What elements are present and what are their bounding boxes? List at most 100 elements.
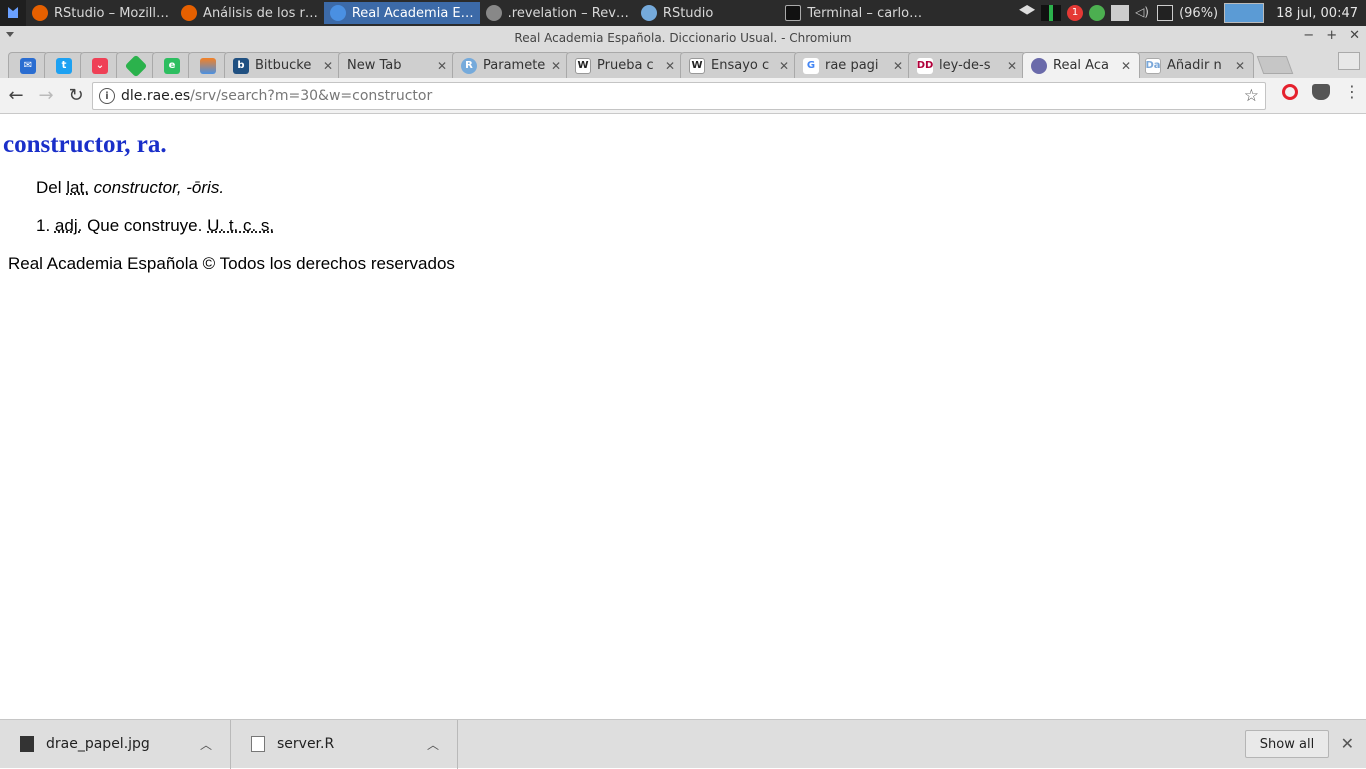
address-bar[interactable]: i dle.rae.es/srv/search?m=30&w=construct… xyxy=(92,82,1266,110)
taskbar-item-label: Terminal – carlo… xyxy=(807,5,923,21)
back-arrow-icon: ← xyxy=(8,85,24,106)
tab-close-icon[interactable]: ✕ xyxy=(1121,59,1131,73)
window-title: Real Academia Española. Diccionario Usua… xyxy=(514,31,852,45)
tab-anadir[interactable]: Da Añadir n ✕ xyxy=(1136,52,1254,78)
bookmark-star-icon[interactable]: ☆ xyxy=(1244,86,1259,106)
taskbar-item-terminal[interactable]: Terminal – carlo… xyxy=(779,2,928,24)
taskbar-item-label: RStudio xyxy=(662,5,714,21)
pocket-extension-icon[interactable] xyxy=(1312,84,1330,100)
download-filename: drae_papel.jpg xyxy=(46,736,150,752)
taskbar-item-label: RStudio – Mozill… xyxy=(54,5,170,21)
image-file-icon xyxy=(20,736,34,752)
firefox-icon xyxy=(32,5,48,21)
tab-close-icon[interactable]: ✕ xyxy=(665,59,675,73)
tab-close-icon[interactable]: ✕ xyxy=(1235,59,1245,73)
taskbar-item-rstudio-firefox[interactable]: RStudio – Mozill… xyxy=(26,2,175,24)
clock[interactable]: 18 jul, 00:47 xyxy=(1270,6,1358,21)
stack-icon xyxy=(200,57,216,74)
tab-new-tab[interactable]: New Tab ✕ xyxy=(338,52,456,78)
etymology-form: constructor, -ōris. xyxy=(93,178,225,197)
tab-label: ley-de-s xyxy=(939,58,991,73)
tab-close-icon[interactable]: ✕ xyxy=(779,59,789,73)
url-path: /srv/search?m=30&w=constructor xyxy=(190,88,433,104)
close-download-bar-icon[interactable]: ✕ xyxy=(1341,734,1354,753)
tab-pinned-evernote[interactable]: e xyxy=(152,52,192,78)
forward-arrow-icon: → xyxy=(38,85,54,106)
desktop-taskbar: RStudio – Mozill… Análisis de los r… Rea… xyxy=(0,0,1366,26)
notification-badge-icon[interactable]: 1 xyxy=(1067,5,1084,21)
google-icon: G xyxy=(803,57,819,74)
back-button[interactable]: ← xyxy=(2,82,30,110)
tab-close-icon[interactable]: ✕ xyxy=(1007,59,1017,73)
pocket-icon: ⌄ xyxy=(92,57,108,74)
abbr-adjective[interactable]: adj. xyxy=(55,216,82,235)
tab-prueba[interactable]: W Prueba c ✕ xyxy=(566,52,684,78)
definition-1: 1. adj. Que construye. U. t. c. s. xyxy=(36,216,274,236)
window-menu-icon[interactable] xyxy=(6,32,14,37)
tab-close-icon[interactable]: ✕ xyxy=(893,59,903,73)
network-icon[interactable] xyxy=(1111,5,1130,21)
chevron-up-icon[interactable]: ︿ xyxy=(200,736,212,753)
copyright-notice: Real Academia Española © Todos los derec… xyxy=(8,254,455,273)
definition-text: Que construye. xyxy=(87,216,203,235)
wikipedia-icon: W xyxy=(575,57,591,74)
opera-icon[interactable] xyxy=(1282,84,1298,100)
file-icon xyxy=(251,736,265,752)
taskbar-item-revelation[interactable]: .revelation – Rev… xyxy=(480,2,635,24)
tab-pinned-stack[interactable] xyxy=(188,52,228,78)
taskbar-item-real-academia[interactable]: Real Academia E… xyxy=(323,2,480,24)
info-icon[interactable]: i xyxy=(99,88,115,104)
volume-icon[interactable]: ◁) xyxy=(1135,5,1151,21)
profile-icon[interactable] xyxy=(1338,52,1360,70)
show-all-button[interactable]: Show all xyxy=(1245,730,1329,758)
taskbar-item-label: Análisis de los r… xyxy=(203,5,318,21)
definition-number: 1. xyxy=(36,216,51,235)
close-window-icon[interactable]: ✕ xyxy=(1349,28,1360,43)
new-tab-button[interactable] xyxy=(1256,56,1294,74)
battery-icon[interactable] xyxy=(1157,5,1174,21)
r-icon: R xyxy=(461,57,477,74)
tab-real-academia[interactable]: Real Aca ✕ xyxy=(1022,52,1140,78)
rstudio-icon xyxy=(640,5,657,21)
window-controls: − + ✕ xyxy=(1303,28,1360,43)
revelation-icon xyxy=(485,5,502,21)
dropbox-icon[interactable] xyxy=(1019,5,1036,15)
tab-label: Ensayo c xyxy=(711,58,770,73)
tab-label: Añadir n xyxy=(1167,58,1222,73)
firefox-icon xyxy=(181,5,198,21)
tab-label: rae pagi xyxy=(825,58,879,73)
battery-percent: (96%) xyxy=(1179,5,1219,21)
tab-rae-pagina[interactable]: G rae pagi ✕ xyxy=(794,52,912,78)
tab-bitbucket[interactable]: b Bitbucke ✕ xyxy=(224,52,342,78)
tab-parameters[interactable]: R Paramete ✕ xyxy=(452,52,570,78)
download-item-server-r[interactable]: server.R ︿ xyxy=(231,719,458,769)
tab-pinned-feedly[interactable] xyxy=(116,52,156,78)
chevron-up-icon[interactable]: ︿ xyxy=(427,736,439,753)
workspace-switcher-icon[interactable] xyxy=(1224,3,1265,23)
browser-menu-icon[interactable]: ⋮ xyxy=(1344,84,1360,100)
tab-ensayo[interactable]: W Ensayo c ✕ xyxy=(680,52,798,78)
tab-close-icon[interactable]: ✕ xyxy=(323,59,333,73)
cpu-monitor-icon xyxy=(1041,5,1062,21)
tab-close-icon[interactable]: ✕ xyxy=(551,59,561,73)
download-item-drae-papel[interactable]: drae_papel.jpg ︿ xyxy=(0,719,231,769)
tab-close-icon[interactable]: ✕ xyxy=(437,59,447,73)
reload-button[interactable]: ↻ xyxy=(62,82,90,110)
update-check-icon[interactable] xyxy=(1089,5,1106,21)
tab-pinned-pocket[interactable]: ⌄ xyxy=(80,52,120,78)
tab-pinned-mail[interactable]: ✉ xyxy=(8,52,48,78)
abbr-usage[interactable]: U. t. c. s. xyxy=(207,216,274,235)
taskbar-item-rstudio[interactable]: RStudio xyxy=(635,2,719,24)
tab-ley-de[interactable]: DD ley-de-s ✕ xyxy=(908,52,1026,78)
maximize-icon[interactable]: + xyxy=(1326,28,1337,43)
abbr-latin[interactable]: lat. xyxy=(66,178,89,197)
start-menu-icon[interactable] xyxy=(0,0,26,26)
taskbar-item-analisis[interactable]: Análisis de los r… xyxy=(175,2,324,24)
bitbucket-icon: b xyxy=(233,57,249,74)
rae-icon xyxy=(1031,57,1047,74)
forward-button[interactable]: → xyxy=(32,82,60,110)
minimize-icon[interactable]: − xyxy=(1303,28,1314,43)
tab-pinned-twitter[interactable]: t xyxy=(44,52,84,78)
window-title-bar: Real Academia Española. Diccionario Usua… xyxy=(0,26,1366,50)
extension-icons: ⋮ xyxy=(1282,84,1360,100)
